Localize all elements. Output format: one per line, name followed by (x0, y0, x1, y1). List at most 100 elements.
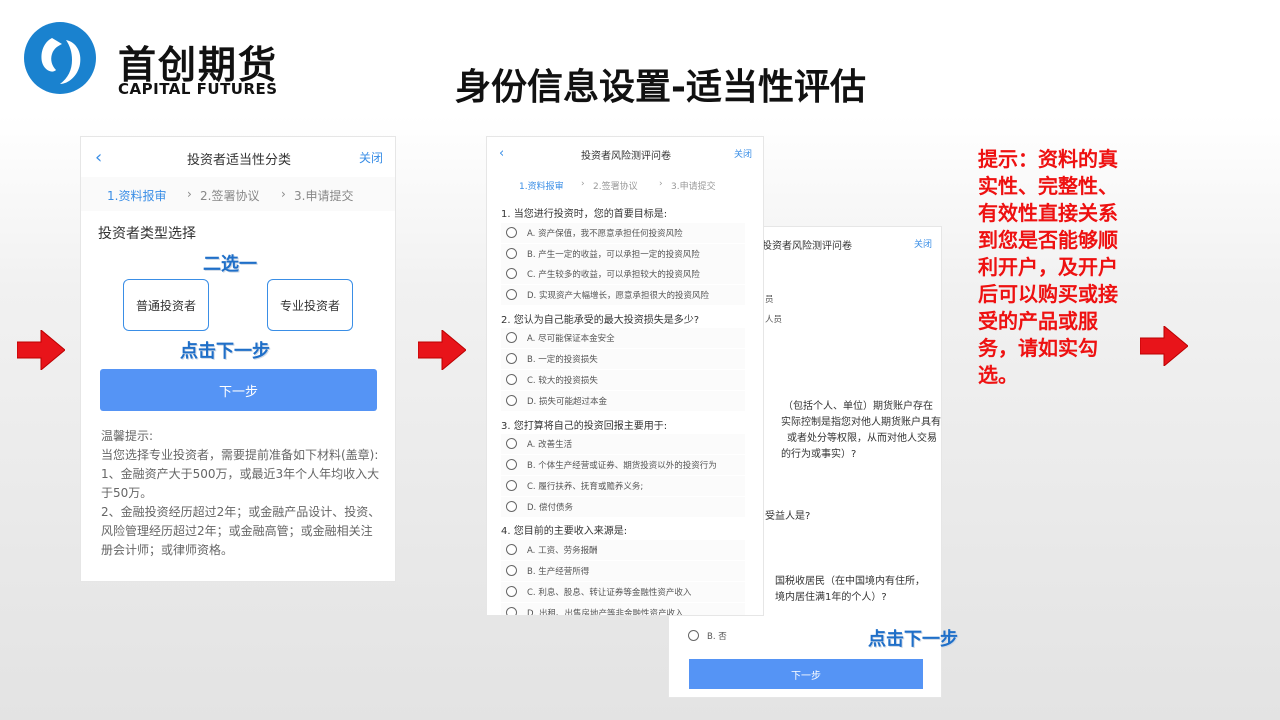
option-label: D. 出租、出售房地产等非金融性资产收入 (527, 609, 684, 616)
answer-option[interactable]: B. 产生一定的收益，可以承担一定的投资风险 (501, 244, 745, 264)
option-label: A. 改善生活 (527, 440, 573, 450)
radio-button[interactable] (506, 332, 517, 343)
question-fragment: 的行为或事实）? (781, 449, 857, 460)
radio-button[interactable] (506, 459, 517, 470)
option-b-label: B. 否 (707, 632, 727, 642)
warm-tips: 温馨提示: 当您选择专业投资者，需要提前准备如下材料(盖章): 1、金融资产大于… (101, 427, 381, 560)
option-label: B. 产生一定的收益，可以承担一定的投资风险 (527, 250, 700, 260)
radio-button[interactable] (506, 374, 517, 385)
close-link[interactable]: 关闭 (914, 237, 932, 250)
screen-title: 投资者风险测评问卷 (762, 241, 852, 252)
radio-button[interactable] (506, 395, 517, 406)
ordinary-investor-option[interactable]: 普通投资者 (123, 279, 209, 331)
next-button[interactable]: 下一步 (100, 369, 377, 411)
radio-button[interactable] (506, 289, 517, 300)
step-1: 1.资料报审 (519, 182, 564, 192)
answer-option[interactable]: B. 生产经营所得 (501, 561, 745, 581)
close-link[interactable]: 关闭 (359, 149, 383, 166)
screen-header: ‹ 投资者适当性分类 关闭 (81, 137, 395, 177)
screen-title: 投资者适当性分类 (186, 153, 291, 168)
question-fragment: （包括个人、单位）期货账户存在 (783, 401, 933, 412)
radio-button[interactable] (506, 565, 517, 576)
tips-line: 当您选择专业投资者，需要提前准备如下材料(盖章): (101, 448, 379, 462)
option-label: C. 利息、股息、转让证券等金融性资产收入 (527, 588, 692, 598)
radio-button[interactable] (506, 607, 517, 615)
radio-button[interactable] (506, 586, 517, 597)
answer-option[interactable]: D. 实现资产大幅增长，愿意承担很大的投资风险 (501, 285, 745, 305)
answer-option[interactable]: C. 产生较多的收益，可以承担较大的投资风险 (501, 264, 745, 284)
radio-button[interactable] (506, 544, 517, 555)
radio-button[interactable] (506, 480, 517, 491)
answer-option[interactable]: A. 尽可能保证本金安全 (501, 328, 745, 348)
radio-button[interactable] (506, 227, 517, 238)
radio-button[interactable] (506, 438, 517, 449)
question-fragment: 境内居住满1年的个人）? (775, 592, 887, 603)
answer-option[interactable]: C. 利息、股息、转让证券等金融性资产收入 (501, 582, 745, 602)
option-label: B. 个体生产经营或证券、期货投资以外的投资行为 (527, 461, 717, 471)
answer-option[interactable]: B. 一定的投资损失 (501, 349, 745, 369)
right-arrow-icon (1140, 326, 1188, 366)
right-arrow-icon (17, 330, 65, 370)
option-label: D. 偿付债务 (527, 503, 573, 513)
radio-button[interactable] (506, 353, 517, 364)
step-separator: › (281, 187, 286, 201)
option-fragment: 员 (765, 295, 774, 305)
progress-steps: 1.资料报审 › 2.签署协议 › 3.申请提交 (81, 177, 395, 211)
truthfulness-notice: 提示：资料的真实性、完整性、有效性直接关系到您是否能够顺利开户，及开户后可以购买… (978, 147, 1118, 387)
step-2: 2.签署协议 (593, 182, 638, 192)
tips-line: 2、金融投资经历超过2年；或金融产品设计、投资、风险管理经历超过2年；或金融高管… (101, 505, 381, 557)
answer-option[interactable]: D. 出租、出售房地产等非金融性资产收入 (501, 603, 745, 616)
option-label: A. 尽可能保证本金安全 (527, 334, 615, 344)
answer-option[interactable]: A. 工资、劳务报酬 (501, 540, 745, 560)
next-button[interactable]: 下一步 (689, 659, 923, 689)
question-1: 1. 当您进行投资时，您的首要目标是: (501, 209, 668, 220)
radio-button[interactable] (506, 501, 517, 512)
progress-steps: 1.资料报审 › 2.签署协议 › 3.申请提交 (487, 175, 763, 195)
risk-questionnaire-screen: ‹ 投资者风险测评问卷 关闭 1.资料报审 › 2.签署协议 › 3.申请提交 … (486, 136, 764, 616)
option-label: B. 生产经营所得 (527, 567, 590, 577)
step-separator: › (187, 187, 192, 201)
screen-title: 投资者风险测评问卷 (581, 151, 671, 162)
click-next-annotation: 点击下一步 (180, 341, 270, 362)
answer-option[interactable]: A. 改善生活 (501, 434, 745, 454)
step-3: 3.申请提交 (294, 189, 354, 203)
question-4: 4. 您目前的主要收入来源是: (501, 526, 628, 537)
radio-button[interactable] (688, 630, 699, 641)
step-3: 3.申请提交 (671, 182, 716, 192)
logo-english-text: CAPITAL FUTURES (118, 80, 278, 98)
click-next-annotation: 点击下一步 (868, 629, 958, 650)
answer-option[interactable]: D. 偿付债务 (501, 497, 745, 517)
option-label: A. 工资、劳务报酬 (527, 546, 598, 556)
tips-line: 温馨提示: (101, 429, 154, 443)
option-label: C. 产生较多的收益，可以承担较大的投资风险 (527, 270, 700, 280)
option-label: C. 较大的投资损失 (527, 376, 598, 386)
option-label: D. 损失可能超过本金 (527, 397, 607, 407)
investor-type-heading: 投资者类型选择 (98, 226, 196, 242)
option-label: B. 一定的投资损失 (527, 355, 598, 365)
question-3: 3. 您打算将自己的投资回报主要用于: (501, 421, 668, 432)
step-1: 1.资料报审 (107, 189, 167, 203)
answer-option[interactable]: C. 履行扶养、抚育或赡养义务; (501, 476, 745, 496)
question-fragment: 或者处分等权限，从而对他人交易 (787, 433, 937, 444)
close-link[interactable]: 关闭 (734, 147, 752, 160)
question-fragment: 受益人是? (765, 511, 811, 522)
option-label: D. 实现资产大幅增长，愿意承担很大的投资风险 (527, 291, 709, 301)
answer-option[interactable]: C. 较大的投资损失 (501, 370, 745, 390)
choose-one-annotation: 二选一 (203, 254, 257, 275)
option-label: C. 履行扶养、抚育或赡养义务; (527, 482, 644, 492)
answer-option[interactable]: D. 损失可能超过本金 (501, 391, 745, 411)
radio-button[interactable] (506, 248, 517, 259)
answer-option[interactable]: B. 个体生产经营或证券、期货投资以外的投资行为 (501, 455, 745, 475)
right-arrow-icon (418, 330, 466, 370)
option-fragment: 人员 (765, 315, 783, 325)
step-separator: › (581, 179, 585, 189)
answer-option[interactable]: A. 资产保值，我不愿意承担任何投资风险 (501, 223, 745, 243)
page-title: 身份信息设置-适当性评估 (455, 67, 866, 108)
tips-line: 1、金融资产大于500万，或最近3年个人年均收入大于50万。 (101, 467, 380, 500)
question-fragment: 实际控制是指您对他人期货账户具有 (781, 417, 941, 428)
step-2: 2.签署协议 (200, 189, 260, 203)
capital-futures-logo-icon (24, 22, 96, 94)
step-separator: › (659, 179, 663, 189)
professional-investor-option[interactable]: 专业投资者 (267, 279, 353, 331)
radio-button[interactable] (506, 268, 517, 279)
